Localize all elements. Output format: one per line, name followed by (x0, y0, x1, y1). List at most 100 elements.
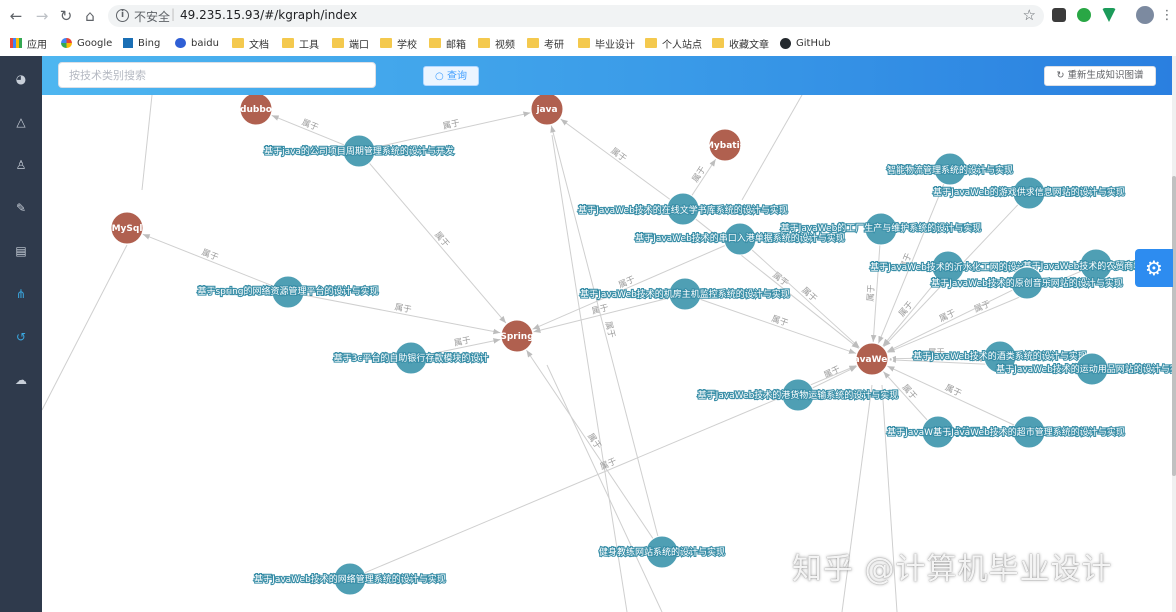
node-label: 智能物流管理系统的设计与实现 (887, 164, 1013, 176)
tech-node-javaweb[interactable]: JavaWeb (849, 342, 894, 376)
user-icon[interactable]: ♙ (12, 156, 30, 174)
bookmark-folder[interactable]: 学校 (380, 35, 417, 51)
settings-gear-button[interactable]: ⚙ (1135, 249, 1173, 287)
folder-icon (712, 38, 724, 48)
node-label: 基于java的公司项目周期管理系统的设计与开发 (264, 145, 454, 157)
bookmark-folder[interactable]: 视频 (478, 35, 515, 51)
node-label: 基于spring的网络资源管理平台的设计与实现 (197, 285, 378, 297)
dashboard-icon[interactable]: ◕ (12, 70, 30, 88)
regenerate-graph-button[interactable]: ↻ 重新生成知识图谱 (1044, 66, 1156, 86)
edge-label: 属于 (453, 335, 472, 348)
more-icon[interactable]: ⋮ (1155, 4, 1176, 28)
bookmark-label: GitHub (796, 37, 831, 49)
node-label: JavaWeb (849, 355, 894, 365)
url-text[interactable]: 49.235.15.93/#/kgraph/index (180, 8, 357, 22)
graph-toolbar: ○ 查询 ↻ 重新生成知识图谱 (42, 56, 1172, 95)
bookmark-github[interactable]: GitHub (780, 35, 831, 51)
bookmark-label: Google (77, 37, 113, 49)
folder-icon (645, 38, 657, 48)
google-icon (61, 38, 72, 48)
project-node[interactable]: 基于JavaWeb的游戏供求信息网站的设计与实现 (932, 176, 1126, 210)
back-icon[interactable]: ← (4, 4, 28, 28)
node-label: 基于JavaWeb技术的港货物运输系统的设计与实现 (698, 389, 899, 401)
side-nav: ◕ △ ♙ ✎ ▤ ⋔ ↺ ☁ (0, 56, 42, 612)
bookmark-label: 端口 (349, 39, 369, 51)
bookmark-folder[interactable]: 端口 (332, 35, 369, 51)
tech-node-mybatis[interactable]: Mybatis (705, 128, 745, 162)
node-label: Spring (500, 332, 533, 342)
bookmark-bing[interactable]: Bing (123, 35, 160, 51)
bookmark-star-icon[interactable]: ☆ (1023, 6, 1036, 24)
graph-edge (741, 95, 803, 201)
project-node[interactable]: 基于JavaWeb技术的港货物运输系统的设计与实现 (697, 378, 899, 412)
edge-label: 属于 (900, 383, 919, 403)
reload-icon[interactable]: ↻ (54, 4, 78, 28)
bookmark-label: 收藏文章 (729, 39, 769, 51)
edge-label: 属于 (442, 118, 461, 132)
graph-canvas[interactable]: 属于 属于属于属于属于属于属于属于属于属于属于属于属于属于属于属于 属于属于属于属于… (42, 95, 1172, 612)
edit-icon[interactable]: ✎ (12, 199, 30, 217)
project-node[interactable]: 智能物流管理系统的设计与实现 (886, 152, 1014, 186)
project-node[interactable]: 基于JavaWeb技术的超市管理系统的设计与实现 (932, 415, 1126, 449)
graph-edge (141, 95, 153, 191)
bookmark-google[interactable]: Google (61, 35, 112, 51)
refresh-icon[interactable]: ↺ (12, 328, 30, 346)
document-icon[interactable]: ▤ (12, 242, 30, 260)
node-label: 基于JavaWeb技术的沂水化工网的设计 (870, 261, 1026, 273)
bookmark-label: 学校 (397, 39, 417, 51)
bookmark-folder[interactable]: 工具 (282, 35, 319, 51)
tech-search-input[interactable] (58, 62, 376, 88)
tech-node-dubbo[interactable]: dubbo (239, 95, 273, 126)
bookmark-folder[interactable]: 邮箱 (429, 35, 466, 51)
bookmark-folder[interactable]: 文档 (232, 35, 269, 51)
bookmark-folder[interactable]: 收藏文章 (712, 35, 769, 51)
bookmark-folder[interactable]: 考研 (527, 35, 564, 51)
bookmark-label: 视频 (495, 39, 515, 51)
shield-icon[interactable] (1077, 8, 1091, 22)
avatar[interactable] (1136, 6, 1154, 24)
tech-node-spring[interactable]: Spring (500, 319, 534, 353)
project-node[interactable]: 基于spring的网络资源管理平台的设计与实现 (196, 275, 380, 309)
bing-icon (123, 38, 133, 48)
bookmark-baidu[interactable]: baidu (175, 35, 219, 51)
node-label: 基于JavaWeb技术的原创音乐网站的设计与实现 (931, 277, 1123, 289)
forward-icon[interactable]: → (30, 4, 54, 28)
tech-node-mysql[interactable]: MySql (110, 211, 144, 245)
node-label: 基于JavaWeb技术的在线文学书库系统的设计与实现 (578, 204, 788, 216)
vertical-scrollbar[interactable] (1172, 56, 1176, 612)
scrollbar-thumb[interactable] (1172, 176, 1176, 476)
folder-icon (282, 38, 294, 48)
knowledge-graph[interactable]: 属于 属于 属于 属于 属于 属于 属于 属于 属于 属于 属于 属于 属于 属于 属于 属于 属于 属于 属于 属于… (42, 95, 1172, 612)
bell-icon[interactable]: △ (12, 113, 30, 131)
bookmark-label: Bing (138, 37, 161, 49)
node-label: 基于JavaWeb的游戏供求信息网站的设计与实现 (933, 186, 1125, 198)
project-node[interactable]: 基于JavaWeb技术的机房主机监控系统的设计与实现 (579, 277, 791, 311)
bookmark-folder[interactable]: 毕业设计 (578, 35, 635, 51)
bookmark-apps[interactable]: 应用 (10, 35, 47, 51)
bookmark-folder[interactable]: 个人站点 (645, 35, 702, 51)
graph-icon[interactable]: ⋔ (12, 285, 30, 303)
vue-devtools-icon[interactable] (1102, 8, 1116, 22)
watermark: 知乎 @计算机毕业设计 (792, 552, 1113, 587)
bookmark-label: 文档 (249, 39, 269, 51)
node-label: java (535, 105, 557, 115)
home-icon[interactable]: ⌂ (78, 4, 102, 28)
refresh-icon: ↻ (1056, 70, 1065, 81)
tech-node-java[interactable]: java (530, 95, 564, 126)
project-node[interactable]: 基于java的公司项目周期管理系统的设计与开发 (263, 134, 455, 168)
node-label: 基于JavaWeb技术的酒类系统的设计与实现 (913, 350, 1087, 362)
search-icon: ○ (435, 71, 444, 82)
node-label: 基于JavaWeb技术的网络管理系统的设计与实现 (254, 573, 446, 585)
project-node[interactable]: 基于JavaWeb技术的网络管理系统的设计与实现 (253, 562, 447, 596)
info-icon[interactable]: i (116, 9, 129, 22)
address-bar[interactable]: i 不安全 | 49.235.15.93/#/kgraph/index ☆ (108, 5, 1044, 27)
nodes-layer: 基于java的公司项目周期管理系统的设计与开发基于spring的网络资源管理平台… (110, 95, 1172, 596)
node-label: 基于3c平台的自助银行存款模块的设计 (334, 352, 489, 364)
extension-icon[interactable] (1052, 8, 1066, 22)
query-button[interactable]: ○ 查询 (423, 66, 479, 86)
bookmarks-bar: 应用 Google Bing baidu 文档 工具 端口 学校 邮箱 视频 考… (0, 32, 1176, 54)
project-node[interactable]: 基于JavaWeb技术的在线文学书库系统的设计与实现 (577, 192, 789, 226)
project-node[interactable]: 健身教练网站系统的设计与实现 (598, 535, 726, 569)
cloud-icon[interactable]: ☁ (12, 371, 30, 389)
url-divider: | (171, 7, 176, 21)
